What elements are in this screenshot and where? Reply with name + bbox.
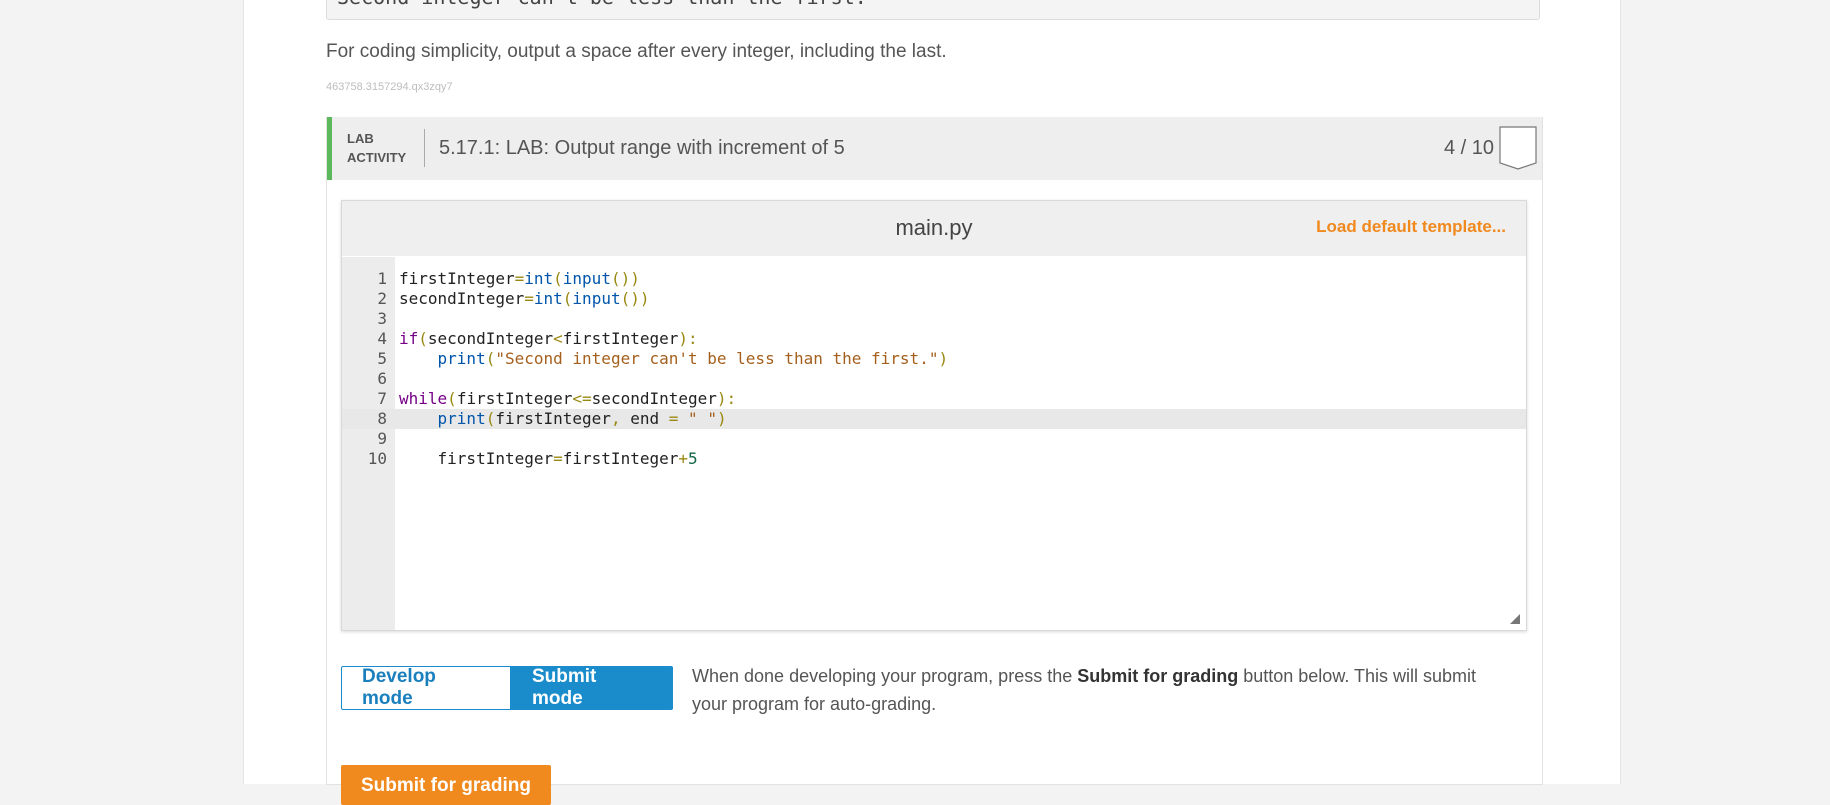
lab-tag-line1: LAB bbox=[347, 131, 374, 146]
line-number: 5 bbox=[377, 349, 387, 368]
code-editor: main.py Load default template... 1 firstI… bbox=[341, 200, 1527, 631]
code-line-text: while(firstInteger<=secondInteger): bbox=[399, 389, 737, 408]
code-line[interactable]: 5 print("Second integer can't be less th… bbox=[342, 349, 1526, 369]
help-text-before: When done developing your program, press… bbox=[692, 666, 1078, 686]
editor-toolbar: main.py Load default template... bbox=[342, 201, 1526, 256]
line-number: 7 bbox=[377, 389, 387, 408]
code-line-text: print("Second integer can't be less than… bbox=[437, 349, 949, 368]
activity-code-id: 463758.3157294.qx3zqy7 bbox=[326, 81, 453, 93]
expected-output-text: Second integer can't be less than the fi… bbox=[337, 0, 867, 9]
lab-score: 4 / 10 bbox=[1443, 137, 1494, 159]
code-line[interactable]: 2 secondInteger=int(input()) bbox=[342, 289, 1526, 309]
code-line[interactable]: 9 bbox=[342, 429, 1526, 449]
line-number: 4 bbox=[377, 329, 387, 348]
code-line[interactable]: 4 if(secondInteger<firstInteger): bbox=[342, 329, 1526, 349]
line-number: 6 bbox=[377, 369, 387, 388]
develop-mode-button[interactable]: Develop mode bbox=[341, 666, 511, 710]
lab-tag-line2: ACTIVITY bbox=[347, 150, 407, 165]
resize-handle-icon[interactable] bbox=[1510, 614, 1520, 624]
code-line-text: firstInteger=int(input()) bbox=[399, 269, 640, 288]
code-text-area[interactable]: 1 firstInteger=int(input()) 2 secondInteger… bbox=[342, 257, 1526, 630]
code-line-text: print(firstInteger, end = " ") bbox=[437, 409, 727, 428]
code-line[interactable]: 1 firstInteger=int(input()) bbox=[342, 269, 1526, 289]
page-content: Second integer can't be less than the fi… bbox=[243, 0, 1621, 805]
instructions-text: For coding simplicity, output a space af… bbox=[326, 41, 947, 62]
lab-title: 5.17.1: LAB: Output range with increment… bbox=[439, 137, 845, 159]
line-number: 1 bbox=[377, 269, 387, 288]
line-number: 3 bbox=[377, 309, 387, 328]
line-number: 9 bbox=[377, 429, 387, 448]
header-divider bbox=[424, 129, 425, 167]
code-line[interactable]: 7 while(firstInteger<=secondInteger): bbox=[342, 389, 1526, 409]
line-number: 2 bbox=[377, 289, 387, 308]
code-line[interactable]: 3 bbox=[342, 309, 1526, 329]
line-number: 8 bbox=[377, 409, 387, 428]
completion-badge-icon bbox=[1499, 126, 1537, 170]
submit-mode-button[interactable]: Submit mode bbox=[511, 666, 673, 710]
lab-header: LAB ACTIVITY 5.17.1: LAB: Output range w… bbox=[327, 117, 1542, 180]
mode-help-text: When done developing your program, press… bbox=[692, 662, 1492, 718]
code-line[interactable]: 6 bbox=[342, 369, 1526, 389]
lab-activity-tag: LAB ACTIVITY bbox=[347, 129, 417, 167]
code-line-text: firstInteger=firstInteger+5 bbox=[437, 449, 698, 468]
mode-toggle: Develop mode Submit mode bbox=[341, 666, 673, 710]
code-line[interactable]: 8 print(firstInteger, end = " ") bbox=[342, 409, 1526, 429]
code-line-text: secondInteger=int(input()) bbox=[399, 289, 650, 308]
code-line[interactable]: 10 firstInteger=firstInteger+5 bbox=[342, 449, 1526, 469]
submit-for-grading-button[interactable]: Submit for grading bbox=[341, 765, 551, 805]
code-line-text: if(secondInteger<firstInteger): bbox=[399, 329, 698, 348]
line-number: 10 bbox=[367, 449, 387, 468]
expected-output-box: Second integer can't be less than the fi… bbox=[326, 0, 1540, 20]
lab-activity: LAB ACTIVITY 5.17.1: LAB: Output range w… bbox=[326, 117, 1543, 805]
load-default-template-link[interactable]: Load default template... bbox=[1316, 217, 1506, 237]
help-text-bold: Submit for grading bbox=[1077, 666, 1239, 686]
